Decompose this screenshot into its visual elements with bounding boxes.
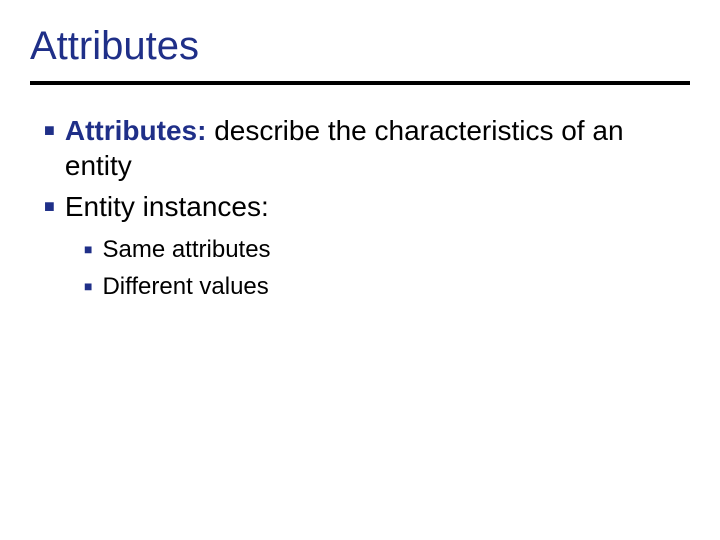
sub-bullet-text: Same attributes: [102, 234, 270, 265]
sub-bullet-item: ■ Different values: [84, 271, 690, 302]
bullet-item: ■ Attributes: describe the characteristi…: [44, 113, 690, 183]
slide: Attributes ■ Attributes: describe the ch…: [0, 0, 720, 540]
title-underline: [30, 81, 690, 85]
sub-bullet-text: Different values: [102, 271, 268, 302]
slide-title: Attributes: [30, 24, 690, 79]
bullet-list-level1: ■ Attributes: describe the characteristi…: [30, 113, 690, 224]
square-bullet-icon: ■: [44, 195, 55, 218]
bullet-rest: Entity instances:: [65, 191, 269, 222]
square-bullet-icon: ■: [84, 240, 92, 258]
bullet-lead-bold: Attributes:: [65, 115, 207, 146]
bullet-text: Attributes: describe the characteristics…: [65, 113, 690, 183]
square-bullet-icon: ■: [44, 119, 55, 142]
bullet-list-level2: ■ Same attributes ■ Different values: [30, 234, 690, 302]
bullet-text: Entity instances:: [65, 189, 269, 224]
sub-bullet-item: ■ Same attributes: [84, 234, 690, 265]
bullet-item: ■ Entity instances:: [44, 189, 690, 224]
square-bullet-icon: ■: [84, 277, 92, 295]
